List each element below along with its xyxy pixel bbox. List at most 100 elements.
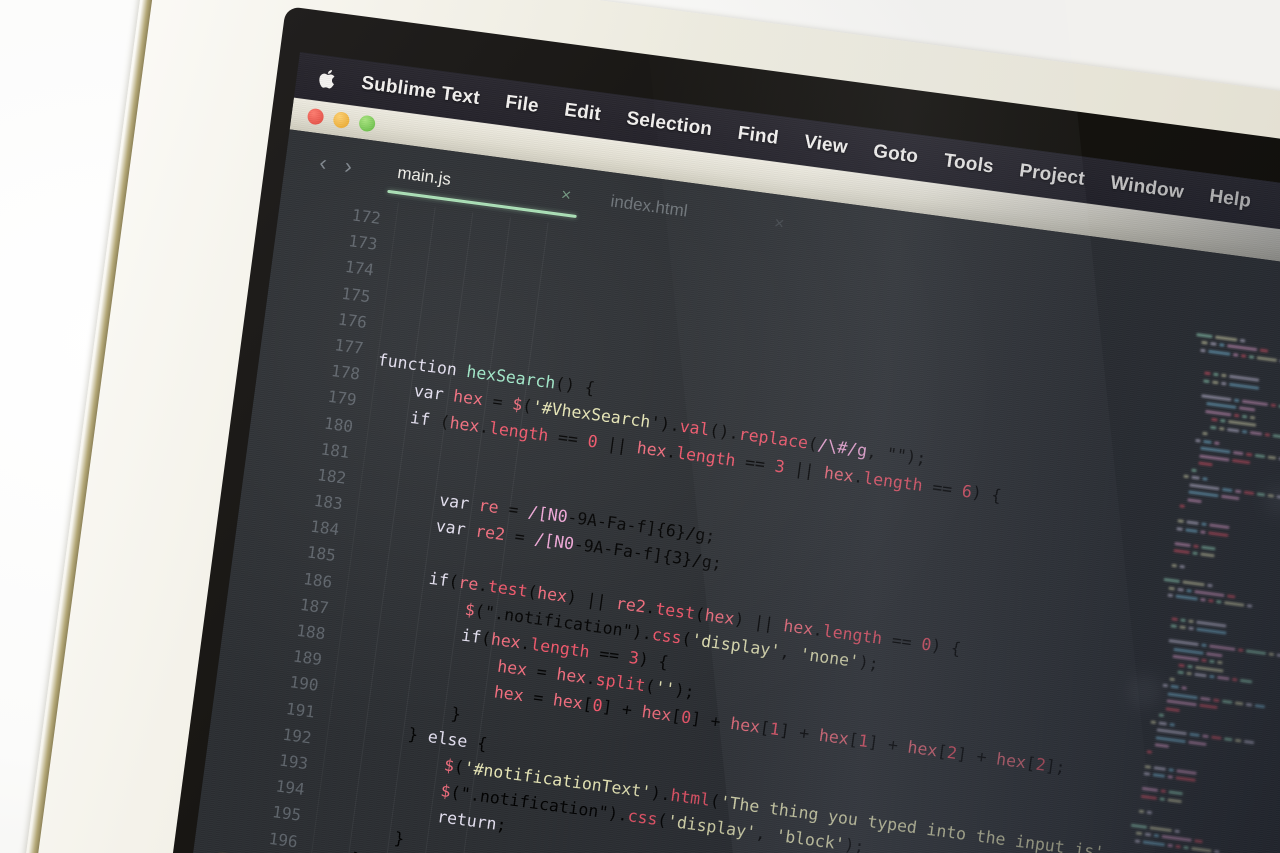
minimap-token: [1167, 593, 1174, 598]
minimap-token: [1180, 617, 1186, 623]
minimap-token: [1276, 653, 1280, 658]
menu-item-view[interactable]: View: [803, 132, 849, 160]
minimap-token: [1193, 544, 1200, 549]
close-icon[interactable]: ×: [560, 185, 572, 206]
minimap-token: [1175, 844, 1182, 849]
minimap-token: [1168, 586, 1176, 591]
minimap-token: [1234, 738, 1242, 743]
minimap-token: [1200, 552, 1215, 558]
menu-item-goto[interactable]: Goto: [872, 141, 920, 169]
minimap-token: [1185, 671, 1192, 676]
nav-back-icon[interactable]: ‹: [318, 150, 329, 177]
menu-item-selection[interactable]: Selection: [625, 108, 713, 141]
minimap-token: [1202, 431, 1208, 436]
minimap-token: [1177, 587, 1185, 592]
minimize-window-button[interactable]: [332, 111, 351, 130]
minimap-token: [1208, 599, 1214, 604]
nav-forward-icon[interactable]: ›: [343, 153, 354, 180]
minimap-token: [1194, 839, 1204, 844]
minimap-token: [1246, 452, 1253, 457]
minimap-token: [1220, 373, 1227, 378]
minimap-token: [1234, 413, 1240, 418]
minimap-token: [1136, 831, 1143, 836]
minimap-token: [1195, 438, 1201, 443]
minimap-token: [1159, 796, 1166, 801]
menu-item-project[interactable]: Project: [1018, 160, 1086, 191]
minimap-token: [1153, 773, 1166, 779]
close-icon[interactable]: ×: [773, 213, 785, 234]
minimap-token: [1186, 520, 1200, 526]
minimap-token: [1200, 529, 1207, 534]
minimap-token: [1249, 430, 1262, 436]
minimap-token: [1233, 352, 1239, 357]
minimap-token: [1177, 519, 1185, 524]
menu-item-help[interactable]: Help: [1208, 186, 1252, 213]
minimap-token: [1174, 829, 1180, 834]
minimap-token: [1191, 475, 1201, 481]
minimap-token: [1167, 797, 1183, 804]
minimap-token: [1239, 406, 1256, 412]
minimap-token: [1210, 417, 1218, 422]
minimap-token: [1241, 353, 1247, 358]
menu-item-file[interactable]: File: [504, 92, 540, 118]
zoom-window-button[interactable]: [358, 114, 377, 133]
minimap-token: [1267, 455, 1277, 461]
menu-item-tools[interactable]: Tools: [942, 150, 995, 178]
minimap-token: [1147, 810, 1153, 815]
minimap-token: [1176, 526, 1184, 531]
minimap-token: [1198, 461, 1213, 467]
minimap-token: [1159, 721, 1168, 726]
minimap-token: [1145, 764, 1152, 769]
minimap-token: [1254, 703, 1266, 709]
minimap-token: [1203, 378, 1210, 384]
minimap-token: [1144, 772, 1151, 777]
minimap-token: [1201, 643, 1207, 648]
minimap-token: [1254, 453, 1266, 459]
minimap-token: [1242, 414, 1248, 419]
minimap-token: [1142, 786, 1159, 793]
minimap-token: [1183, 474, 1190, 479]
minimap-token: [1233, 451, 1244, 456]
minimap-token: [1188, 626, 1194, 631]
minimap-token: [1151, 720, 1157, 725]
minimap-token: [1272, 433, 1280, 439]
minimap-token: [1223, 737, 1233, 742]
minimap-token: [1222, 699, 1233, 704]
minimap-token: [1179, 504, 1186, 509]
minimap-token: [1158, 713, 1164, 718]
minimap-token: [1250, 415, 1256, 420]
minimap-token: [1177, 670, 1184, 675]
minimap-token: [1178, 663, 1185, 668]
minimap-token: [1209, 659, 1215, 664]
menu-item-sublime-text[interactable]: Sublime Text: [360, 72, 481, 110]
minimap-token: [1130, 823, 1148, 829]
minimap-token: [1243, 490, 1255, 495]
minimap-token: [1154, 765, 1167, 771]
minimap-token: [1171, 616, 1178, 621]
menu-item-edit[interactable]: Edit: [563, 100, 602, 127]
screenshot-stage: Sublime Text File Edit Selection Find Vi…: [0, 0, 1280, 853]
minimap-token: [1212, 372, 1219, 377]
minimap-token: [1183, 845, 1190, 850]
minimap-token: [1171, 563, 1178, 568]
minimap-token: [1186, 588, 1193, 593]
minimap-token: [1170, 624, 1177, 629]
minimap-token: [1235, 700, 1244, 706]
minimap-token: [1213, 698, 1220, 703]
menu-item-window[interactable]: Window: [1109, 172, 1185, 204]
close-window-button[interactable]: [306, 107, 325, 126]
minimap-token: [1173, 549, 1191, 555]
minimap-token: [1231, 677, 1237, 682]
minimap-token: [1179, 564, 1186, 569]
minimap-token: [1219, 343, 1225, 348]
minimap-token: [1179, 625, 1186, 630]
minimap-token: [1193, 672, 1207, 678]
minimap-token: [1141, 794, 1158, 800]
minimap-token: [1160, 789, 1167, 794]
menu-item-find[interactable]: Find: [736, 123, 779, 150]
apple-logo-icon[interactable]: [317, 68, 336, 90]
minimap-token: [1216, 600, 1222, 605]
minimap-token: [1154, 833, 1160, 838]
minimap-token: [1247, 604, 1253, 609]
minimap-token: [1181, 686, 1187, 691]
